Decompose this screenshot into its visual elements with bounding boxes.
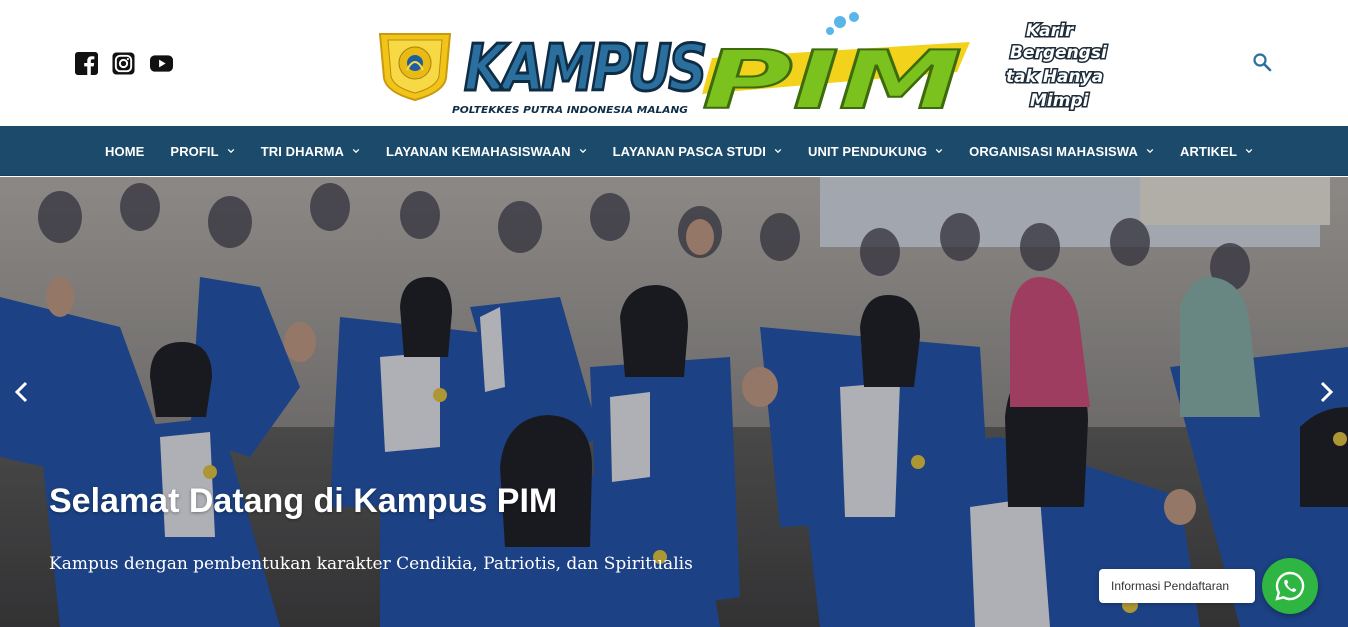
chevron-down-icon <box>227 148 234 154</box>
logo-word-kampus: KAMPUS <box>464 32 705 106</box>
tagline-line-2: Bergengsi <box>1010 43 1108 63</box>
nav-item-label: ORGANISASI MAHASISWA <box>969 143 1138 159</box>
kampus-pim-logo[interactable]: KAMPUS PIM POLTEKKES PUTRA INDONESIA MAL… <box>372 10 972 120</box>
hero-slider: Selamat Datang di Kampus PIM Kampus deng… <box>0 177 1348 627</box>
nav-item-label: HOME <box>105 143 145 159</box>
instagram-icon[interactable] <box>112 52 135 75</box>
search-icon[interactable] <box>1252 52 1272 72</box>
site-header: KAMPUS PIM POLTEKKES PUTRA INDONESIA MAL… <box>0 0 1348 126</box>
hero-title: Selamat Datang di Kampus PIM <box>49 482 558 520</box>
nav-item-organisasi-mahasiswa[interactable]: ORGANISASI MAHASISWA <box>956 144 1167 159</box>
tagline-line-4: Mimpi <box>1030 91 1090 111</box>
chevron-down-icon <box>935 148 943 154</box>
chevron-down-icon <box>352 148 360 154</box>
emblem-icon <box>378 33 452 102</box>
nav-item-label: LAYANAN PASCA STUDI <box>612 143 766 159</box>
youtube-icon[interactable] <box>149 52 174 75</box>
nav-item-layanan-pasca-studi[interactable]: LAYANAN PASCA STUDI <box>600 144 795 159</box>
whatsapp-icon <box>1275 571 1305 601</box>
chevron-down-icon <box>774 148 782 154</box>
nav-item-label: TRI DHARMA <box>260 143 345 159</box>
tagline-badge: Karir Bergengsi tak Hanya Mimpi <box>1005 20 1110 113</box>
logo-word-pim-group: PIM <box>701 12 970 120</box>
nav-menu: HOME PROFIL TRI DHARMA LAYANAN KEMAHASISWAA… <box>0 126 1348 176</box>
nav-item-label: UNIT PENDUKUNG <box>807 143 928 159</box>
nav-item-tri-dharma[interactable]: TRI DHARMA <box>248 144 373 159</box>
nav-item-label: ARTIKEL <box>1179 143 1237 159</box>
nav-item-layanan-kemahasiswaan[interactable]: LAYANAN KEMAHASISWAAN <box>373 144 600 159</box>
social-links <box>75 52 174 75</box>
tagline-line-3: tak Hanya <box>1006 67 1103 87</box>
whatsapp-label[interactable]: Informasi Pendaftaran <box>1099 569 1255 603</box>
whatsapp-button[interactable] <box>1262 558 1318 614</box>
nav-item-artikel[interactable]: ARTIKEL <box>1167 144 1266 159</box>
chevron-down-icon <box>579 148 586 154</box>
chevron-left-icon[interactable] <box>12 380 32 404</box>
chevron-down-icon <box>1146 148 1154 154</box>
logo-word-pim: PIM <box>702 34 962 120</box>
nav-item-unit-pendukung[interactable]: UNIT PENDUKUNG <box>795 144 956 159</box>
nav-item-label: PROFIL <box>170 143 219 159</box>
nav-item-home[interactable]: HOME <box>92 144 157 159</box>
tagline-line-1: Karir <box>1026 21 1075 41</box>
main-nav: HOME PROFIL TRI DHARMA LAYANAN KEMAHASISWAA… <box>0 126 1348 176</box>
nav-item-label: LAYANAN KEMAHASISWAAN <box>386 143 571 159</box>
facebook-icon[interactable] <box>75 52 98 75</box>
logo-subtitle: POLTEKKES PUTRA INDONESIA MALANG <box>452 105 688 116</box>
chevron-down-icon <box>1245 148 1253 154</box>
hero-subtitle: Kampus dengan pembentukan karakter Cendi… <box>49 554 693 574</box>
chevron-right-icon[interactable] <box>1316 380 1336 404</box>
nav-item-profil[interactable]: PROFIL <box>157 144 247 159</box>
